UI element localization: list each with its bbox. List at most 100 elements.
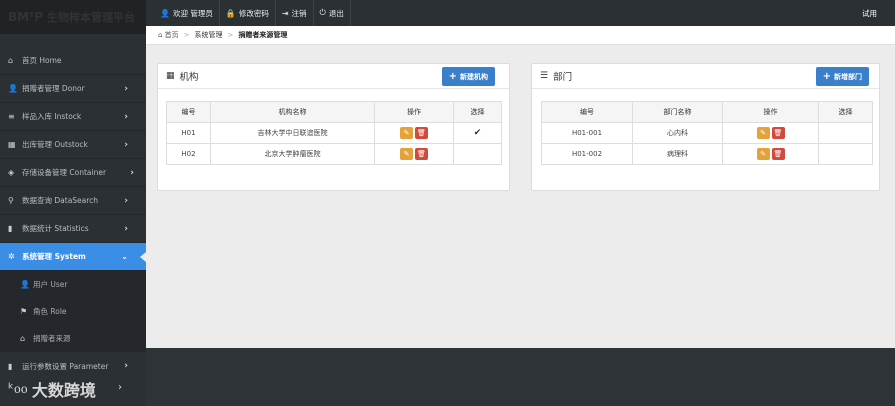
org-panel: ▦ 机构 + 新建机构 编号 机构名称 操作 选择 H01 吉林大学中日联谊医院… [157,63,510,191]
column-header: 选择 [818,101,873,123]
home-icon: ⌂ [8,56,14,65]
sidebar-subitem-role[interactable]: ⚑ 角色 Role [0,298,146,325]
table-row[interactable]: H02 北京大学肿瘤医院 ✎ 🗑 [166,143,502,165]
chevron-right-icon: › [124,83,128,94]
sidebar-item-datasearch[interactable]: ⚲ 数据查询 DataSearch › [0,187,146,215]
sidebar-item-container[interactable]: ◈ 存储设备管理 Container › [0,159,146,187]
breadcrumb-home[interactable]: 首页 [165,30,179,40]
plus-icon: + [822,71,831,82]
org-panel-title: 机构 [179,72,199,83]
edit-icon[interactable]: ✎ [756,148,770,160]
org-name: 北京大学肿瘤医院 [210,143,375,165]
bar-chart-icon: ▮ [8,224,13,233]
trash-icon[interactable]: 🗑 [415,148,428,160]
dept-panel: ☰ 部门 + 新增部门 编号 部门名称 操作 选择 H01-001 心内科 ✎ 🗑… [531,63,880,191]
brand[interactable]: BMᵀP 生物样本管理平台 [0,0,146,34]
dept-panel-header: ☰ 部门 + 新增部门 [532,64,879,89]
watermark-text: 大数跨境 [31,381,96,400]
change-password-link[interactable]: 🔒 修改密码 [220,0,276,26]
top-nav: 👤 欢迎 管理员 🔒 修改密码 ⇥ 注销 ⏻ 退出 [154,0,351,26]
trash-icon[interactable]: 🗑 [771,127,785,139]
sidebar-subitem-user[interactable]: 👤 用户 User [0,271,146,298]
chevron-down-icon: ⌄ [121,252,128,261]
sidebar-item-label: 样品入库 Instock [22,112,82,121]
column-header: 选择 [453,101,502,123]
table-header-row: 编号 部门名称 操作 选择 [541,101,873,123]
logout-link[interactable]: ⇥ 注销 [276,0,314,26]
table-header-row: 编号 机构名称 操作 选择 [166,101,502,123]
sidebar-item-label: 运行参数设置 Parameter [22,361,109,371]
sidebar-item-instock[interactable]: ≡ 样品入库 Instock › [0,103,146,131]
sidebar-subitem-label: 捐赠者来源 [33,334,71,343]
new-org-button[interactable]: + 新建机构 [441,67,495,86]
select-cell[interactable]: ✔ [453,122,502,144]
sidebar-item-donor[interactable]: 👤 捐赠者管理 Donor › [0,75,146,103]
sidebar-item-system[interactable]: ✲ 系统管理 System ⌄ [0,243,146,271]
table-row[interactable]: H01-001 心内科 ✎ 🗑 [541,122,873,144]
chevron-right-icon: › [124,361,128,371]
tag-icon: ◈ [8,168,15,177]
breadcrumb: ⌂ 首页 > 系统管理 > 捐赠者来源管理 [146,26,895,45]
plus-icon: + [448,71,457,82]
logout-icon: ⇥ [281,8,289,18]
trash-icon[interactable]: 🗑 [771,148,785,160]
exit-link[interactable]: ⏻ 退出 [314,0,351,26]
home-icon: ⌂ [20,334,26,343]
welcome-link[interactable]: 👤 欢迎 管理员 [154,0,220,26]
chevron-right-icon: › [118,382,122,393]
home-icon: ⌂ [158,31,165,39]
sidebar-item-outstock[interactable]: ▦ 出库管理 Outstock › [0,131,146,159]
dept-code: H01-002 [541,143,633,165]
sidebar-item-home[interactable]: ⌂ 首页 Home [0,47,146,75]
trial-label: 试用 [862,8,877,18]
org-table: 编号 机构名称 操作 选择 H01 吉林大学中日联谊医院 ✎ 🗑 ✔ H02 北京… [166,101,502,165]
select-cell[interactable] [818,143,873,165]
new-org-label: 新建机构 [460,72,488,81]
table-row[interactable]: H01-002 病理科 ✎ 🗑 [541,143,873,165]
table-row[interactable]: H01 吉林大学中日联谊医院 ✎ 🗑 ✔ [166,122,502,144]
trash-icon[interactable]: 🗑 [415,127,428,139]
chevron-right-icon: › [130,167,134,178]
sidebar-item-label: 数据统计 Statistics [22,224,89,233]
welcome-label: 欢迎 管理员 [172,8,213,18]
org-panel-header: ▦ 机构 + 新建机构 [158,64,509,89]
power-icon: ⏻ [319,8,326,17]
actions-cell: ✎ 🗑 [374,143,454,165]
sidebar-item-statistics[interactable]: ▮ 数据统计 Statistics › [0,215,146,243]
grid-icon: ▦ [166,71,175,81]
grid-icon: ▦ [8,140,16,149]
chevron-right-icon: › [124,195,128,206]
user-icon: 👤 [20,280,30,289]
brand-logo: BMᵀP [8,10,44,24]
select-cell[interactable] [818,122,873,144]
new-dept-button[interactable]: + 新增部门 [815,67,869,86]
sidebar-subitem-label: 角色 Role [33,307,67,316]
dept-name: 病理科 [632,143,723,165]
breadcrumb-section[interactable]: 系统管理 [195,30,223,40]
chevron-right-icon: › [124,139,128,150]
bar-chart-icon: ▮ [8,361,13,371]
edit-icon[interactable]: ✎ [756,127,770,139]
check-icon: ✔ [473,128,482,138]
sidebar-subitem-donor-source[interactable]: ⌂ 捐赠者来源 [0,325,146,352]
lock-icon: 🔒 [225,8,236,18]
column-header: 操作 [722,101,819,123]
user-icon: 👤 [8,84,18,93]
gear-icon: ✲ [8,252,15,261]
column-header: 机构名称 [210,101,375,123]
footer [146,348,895,406]
watermark-logo: ᵏ᧐᧐ [8,380,28,397]
edit-icon[interactable]: ✎ [400,148,413,160]
column-header: 操作 [374,101,454,123]
edit-icon[interactable]: ✎ [400,127,413,139]
dept-name: 心内科 [632,122,723,144]
org-code: H01 [166,122,211,144]
exit-label: 退出 [328,8,344,18]
column-header: 部门名称 [632,101,723,123]
search-icon: ⚲ [8,196,14,205]
user-icon: 👤 [160,8,170,18]
sidebar-item-label: 数据查询 DataSearch [22,196,99,205]
select-cell[interactable] [453,143,502,165]
actions-cell: ✎ 🗑 [374,122,454,144]
new-dept-label: 新增部门 [834,72,862,81]
